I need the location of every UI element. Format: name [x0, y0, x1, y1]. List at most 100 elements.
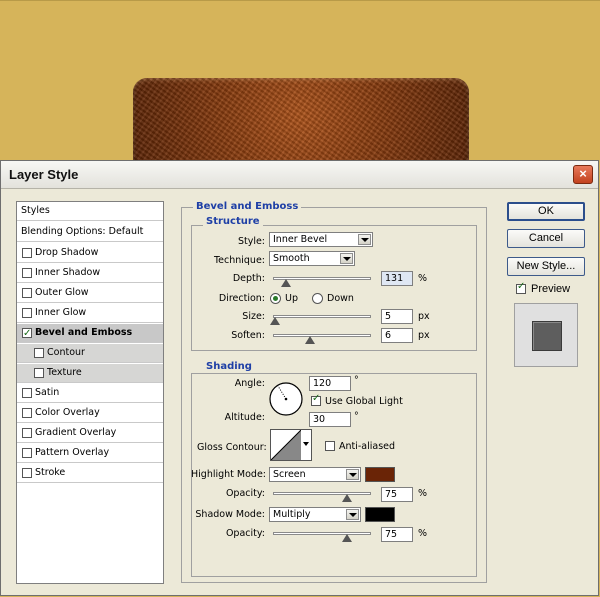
shadow-mode-label: Shadow Mode: — [195, 509, 265, 520]
style-item-bevel-and-emboss[interactable]: Bevel and Emboss — [17, 324, 163, 343]
depth-label: Depth: — [232, 273, 265, 284]
highlight-color-swatch[interactable] — [365, 467, 395, 482]
shadow-mode-value: Multiply — [273, 509, 311, 520]
style-item-outer-glow[interactable]: Outer Glow — [17, 284, 163, 303]
technique-select-value: Smooth — [273, 253, 310, 264]
highlight-opacity-slider-thumb[interactable] — [341, 494, 352, 502]
style-select-value: Inner Bevel — [273, 234, 328, 245]
style-item-contour[interactable]: Contour — [17, 344, 163, 363]
size-slider-track[interactable] — [273, 315, 371, 318]
close-icon: × — [579, 166, 587, 181]
shadow-opacity-slider-track[interactable] — [273, 532, 371, 535]
satin-checkbox[interactable] — [22, 388, 32, 398]
style-item-drop-shadow[interactable]: Drop Shadow — [17, 244, 163, 263]
depth-unit: % — [418, 273, 428, 284]
close-button[interactable]: × — [573, 165, 593, 184]
technique-select[interactable]: Smooth — [269, 251, 355, 266]
anti-aliased-checkbox[interactable] — [325, 441, 335, 451]
style-item-color-overlay[interactable]: Color Overlay — [17, 404, 163, 423]
shadow-opacity-label: Opacity: — [225, 528, 265, 539]
satin-label: Satin — [35, 387, 60, 398]
bevel-and-emboss-checkbox[interactable] — [22, 325, 32, 343]
style-item-stroke[interactable]: Stroke — [17, 464, 163, 483]
highlight-opacity-slider-track[interactable] — [273, 492, 371, 495]
soften-input[interactable]: 6 — [381, 328, 413, 343]
shadow-opacity-value: 75 — [385, 529, 398, 540]
styles-list: Styles Blending Options: Default Drop Sh… — [16, 201, 164, 584]
drop-shadow-checkbox[interactable] — [22, 248, 32, 258]
bevel-and-emboss-label: Bevel and Emboss — [35, 327, 133, 338]
color-overlay-checkbox[interactable] — [22, 408, 32, 418]
highlight-opacity-input[interactable]: 75 — [381, 487, 413, 502]
style-item-texture[interactable]: Texture — [17, 364, 163, 383]
highlight-opacity-label: Opacity: — [225, 488, 265, 499]
inner-glow-label: Inner Glow — [35, 307, 87, 318]
gloss-contour-picker[interactable] — [270, 429, 312, 461]
angle-label: Angle: — [234, 378, 265, 389]
inner-glow-checkbox[interactable] — [22, 308, 32, 318]
shadow-opacity-unit: % — [418, 528, 428, 539]
size-input[interactable]: 5 — [381, 309, 413, 324]
size-slider-thumb[interactable] — [269, 317, 280, 325]
new-style-button[interactable]: New Style... — [507, 257, 585, 276]
dialog-titlebar[interactable]: Layer Style × — [1, 161, 598, 189]
preview-checkbox[interactable] — [516, 281, 526, 294]
shadow-mode-select[interactable]: Multiply — [269, 507, 361, 522]
depth-slider-thumb[interactable] — [280, 279, 291, 287]
cancel-button[interactable]: Cancel — [507, 229, 585, 248]
shadow-opacity-input[interactable]: 75 — [381, 527, 413, 542]
highlight-mode-value: Screen — [273, 469, 306, 480]
depth-input[interactable]: 131 — [381, 271, 413, 286]
use-global-light-checkbox[interactable] — [311, 393, 321, 406]
preview-swatch — [532, 321, 562, 351]
size-label: Size: — [242, 311, 265, 322]
texture-checkbox[interactable] — [34, 368, 44, 378]
outer-glow-checkbox[interactable] — [22, 288, 32, 298]
angle-dial[interactable] — [268, 381, 304, 417]
style-item-gradient-overlay[interactable]: Gradient Overlay — [17, 424, 163, 443]
outer-glow-label: Outer Glow — [35, 287, 89, 298]
styles-header[interactable]: Styles — [17, 202, 163, 221]
soften-slider-thumb[interactable] — [304, 336, 315, 344]
soften-unit: px — [418, 330, 430, 341]
depth-input-value: 131 — [385, 273, 404, 284]
technique-label: Technique: — [213, 255, 265, 266]
ok-button[interactable]: OK — [507, 202, 585, 221]
direction-up-radio[interactable] — [270, 293, 281, 304]
gradient-overlay-checkbox[interactable] — [22, 428, 32, 438]
ok-button-label: OK — [538, 205, 554, 217]
style-item-inner-glow[interactable]: Inner Glow — [17, 304, 163, 323]
style-item-inner-shadow[interactable]: Inner Shadow — [17, 264, 163, 283]
direction-down-radio[interactable] — [312, 293, 323, 304]
gloss-contour-icon — [271, 430, 301, 460]
contour-checkbox[interactable] — [34, 348, 44, 358]
highlight-mode-label: Highlight Mode: — [191, 469, 266, 480]
dialog-title: Layer Style — [9, 167, 79, 182]
style-item-satin[interactable]: Satin — [17, 384, 163, 403]
shadow-color-swatch[interactable] — [365, 507, 395, 522]
chevron-down-icon — [303, 442, 309, 446]
cancel-button-label: Cancel — [528, 232, 564, 244]
gloss-contour-label: Gloss Contour: — [197, 442, 267, 453]
style-item-pattern-overlay[interactable]: Pattern Overlay — [17, 444, 163, 463]
highlight-mode-select[interactable]: Screen — [269, 467, 361, 482]
leather-tile-layer — [133, 78, 469, 173]
contour-label: Contour — [47, 347, 85, 358]
drop-shadow-label: Drop Shadow — [35, 247, 99, 258]
altitude-input[interactable]: 30 — [309, 412, 351, 427]
texture-label: Texture — [47, 367, 82, 378]
altitude-input-value: 30 — [313, 414, 326, 425]
style-select[interactable]: Inner Bevel — [269, 232, 373, 247]
angle-unit: ° — [354, 375, 359, 386]
style-label: Style: — [237, 236, 265, 247]
angle-input[interactable]: 120 — [309, 376, 351, 391]
blending-options-item[interactable]: Blending Options: Default — [17, 223, 163, 242]
pattern-overlay-checkbox[interactable] — [22, 448, 32, 458]
altitude-label: Altitude: — [224, 412, 265, 423]
soften-slider-track[interactable] — [273, 334, 371, 337]
stroke-label: Stroke — [35, 467, 66, 478]
stroke-checkbox[interactable] — [22, 468, 32, 478]
shadow-opacity-slider-thumb[interactable] — [341, 534, 352, 542]
color-overlay-label: Color Overlay — [35, 407, 100, 418]
inner-shadow-checkbox[interactable] — [22, 268, 32, 278]
